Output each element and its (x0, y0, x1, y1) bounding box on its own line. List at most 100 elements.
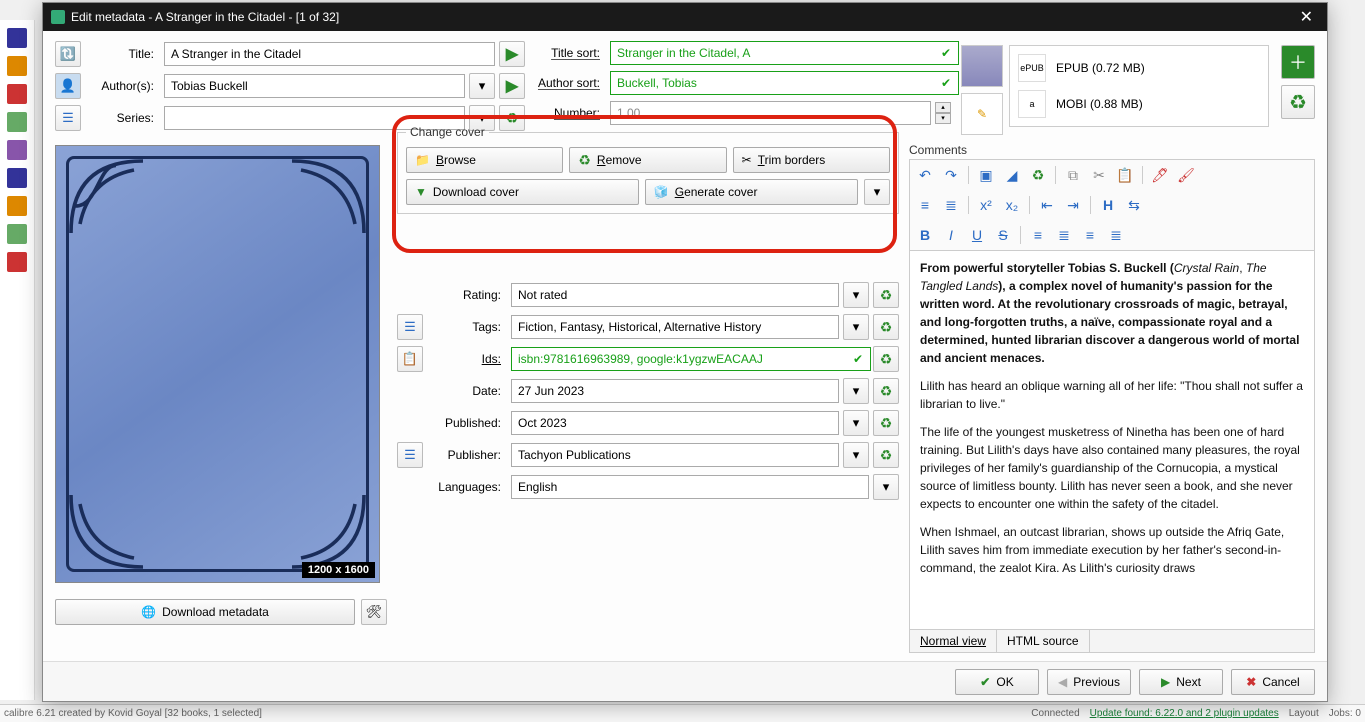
heading-icon[interactable]: H (1097, 194, 1119, 216)
manage-publisher-icon[interactable]: ☰ (397, 442, 423, 468)
authors-dropdown[interactable]: ▾ (469, 73, 495, 99)
date-input[interactable] (511, 379, 839, 403)
select-all-icon[interactable]: ▣ (975, 164, 997, 186)
authors-input[interactable] (164, 74, 465, 98)
publisher-input[interactable] (511, 443, 839, 467)
clear-rating-button[interactable]: ♻ (873, 282, 899, 308)
status-conn: Connected (1031, 708, 1079, 719)
download-metadata-button[interactable]: 🌐 Download metadata (55, 599, 355, 625)
change-cover-label: Change cover (406, 125, 489, 139)
ok-button[interactable]: ✔ OK (955, 669, 1039, 695)
indent-more-icon[interactable]: ⇥ (1062, 194, 1084, 216)
superscript-icon[interactable]: x² (975, 194, 997, 216)
edit-cover-button[interactable]: ✎ (961, 93, 1003, 135)
dialog-titlebar: Edit metadata - A Stranger in the Citade… (43, 3, 1327, 31)
series-label: Series: (85, 111, 160, 125)
bg-color-icon[interactable]: 🖌 (1175, 164, 1197, 186)
number-input[interactable] (610, 101, 931, 125)
configure-download-button[interactable]: 🛠 (361, 599, 387, 625)
tags-label: Tags: (427, 320, 507, 334)
text-color-icon[interactable]: 🖊 (1149, 164, 1171, 186)
remove-cover-button[interactable]: ♻ Remove (569, 147, 726, 173)
next-button[interactable]: ▶ Next (1139, 669, 1223, 695)
remove-format-button[interactable]: ♻ (1281, 85, 1315, 119)
editor-toolbar: ↶ ↷ ▣ ◢ ♻ ⧉ ✂ 📋 🖊 🖌 ≡ ≣ (909, 159, 1315, 250)
download-cover-button[interactable]: ▼ Download cover (406, 179, 639, 205)
subscript-icon[interactable]: x₂ (1001, 194, 1023, 216)
date-label: Date: (427, 384, 507, 398)
strike-icon[interactable]: S (992, 224, 1014, 246)
indent-less-icon[interactable]: ⇤ (1036, 194, 1058, 216)
generate-cover-dropdown[interactable]: ▾ (864, 179, 890, 205)
authors-label: Author(s): (85, 79, 160, 93)
paste-icon[interactable]: 📋 (1114, 164, 1136, 186)
title-sort-input[interactable] (610, 41, 959, 65)
manage-tags-icon[interactable]: ☰ (397, 314, 423, 340)
author-sort-label: Author sort: (531, 76, 606, 90)
clear-tags-button[interactable]: ♻ (873, 314, 899, 340)
add-format-button[interactable]: ＋ (1281, 45, 1315, 79)
undo-icon[interactable]: ↶ (914, 164, 936, 186)
copy-icon[interactable]: ⧉ (1062, 164, 1084, 186)
list-bullet-icon[interactable]: ≣ (940, 194, 962, 216)
comments-editor[interactable]: From powerful storyteller Tobias S. Buck… (909, 250, 1315, 630)
previous-button[interactable]: ◀ Previous (1047, 669, 1131, 695)
italic-icon[interactable]: I (940, 224, 962, 246)
status-jobs: Jobs: 0 (1329, 708, 1361, 719)
date-dropdown[interactable]: ▾ (843, 378, 869, 404)
paste-ids-icon[interactable]: 📋 (397, 346, 423, 372)
tags-input[interactable] (511, 315, 839, 339)
cover-preview[interactable]: 1200 x 1600 (55, 145, 380, 583)
clear-icon[interactable]: ♻ (1027, 164, 1049, 186)
author-sort-input[interactable] (610, 71, 959, 95)
status-layout[interactable]: Layout (1289, 708, 1319, 719)
edit-metadata-dialog: Edit metadata - A Stranger in the Citade… (42, 2, 1328, 702)
published-input[interactable] (511, 411, 839, 435)
ids-input[interactable] (511, 347, 871, 371)
tags-dropdown[interactable]: ▾ (843, 314, 869, 340)
tab-html-source[interactable]: HTML source (997, 630, 1090, 652)
manage-series-icon[interactable]: ☰ (55, 105, 81, 131)
underline-icon[interactable]: U (966, 224, 988, 246)
clear-publisher-button[interactable]: ♻ (873, 442, 899, 468)
format-epub-label: EPUB (0.72 MB) (1056, 61, 1145, 75)
languages-input[interactable] (511, 475, 869, 499)
cut-icon[interactable]: ✂ (1088, 164, 1110, 186)
link-icon[interactable]: ⇆ (1123, 194, 1145, 216)
align-left-icon[interactable]: ≡ (1027, 224, 1049, 246)
format-row-epub[interactable]: ePUB EPUB (0.72 MB) (1014, 50, 1264, 86)
redo-icon[interactable]: ↷ (940, 164, 962, 186)
swap-title-author-icon[interactable]: 🔃 (55, 41, 81, 67)
status-update[interactable]: Update found: 6.22.0 and 2 plugin update… (1090, 708, 1279, 719)
remove-format-icon[interactable]: ◢ (1001, 164, 1023, 186)
generate-cover-button[interactable]: 🧊 Generate cover (645, 179, 858, 205)
browse-cover-button[interactable]: 📁 Browse (406, 147, 563, 173)
rating-dropdown[interactable]: ▾ (843, 282, 869, 308)
published-dropdown[interactable]: ▾ (843, 410, 869, 436)
cancel-button[interactable]: ✖ Cancel (1231, 669, 1315, 695)
clear-published-button[interactable]: ♻ (873, 410, 899, 436)
cover-thumb-1[interactable] (961, 45, 1003, 87)
close-icon[interactable]: ✕ (1294, 7, 1319, 27)
publisher-dropdown[interactable]: ▾ (843, 442, 869, 468)
publisher-label: Publisher: (427, 448, 507, 462)
align-justify-icon[interactable]: ≣ (1105, 224, 1127, 246)
auto-author-sort-button[interactable]: ▶ (499, 73, 525, 99)
format-row-mobi[interactable]: a MOBI (0.88 MB) (1014, 86, 1264, 122)
tab-normal-view[interactable]: Normal view (910, 630, 997, 652)
clear-ids-button[interactable]: ♻ (873, 346, 899, 372)
align-right-icon[interactable]: ≡ (1079, 224, 1101, 246)
bold-icon[interactable]: B (914, 224, 936, 246)
title-input[interactable] (164, 42, 495, 66)
languages-dropdown[interactable]: ▾ (873, 474, 899, 500)
number-spinner[interactable]: ▴▾ (935, 102, 951, 124)
cover-dimensions: 1200 x 1600 (302, 562, 375, 578)
comments-label: Comments (909, 143, 1315, 157)
auto-title-sort-button[interactable]: ▶ (499, 41, 525, 67)
rating-input[interactable] (511, 283, 839, 307)
author-icon[interactable]: 👤 (55, 73, 81, 99)
trim-borders-button[interactable]: ✂ Trim borders (733, 147, 890, 173)
clear-date-button[interactable]: ♻ (873, 378, 899, 404)
align-center-icon[interactable]: ≣ (1053, 224, 1075, 246)
list-ordered-icon[interactable]: ≡ (914, 194, 936, 216)
